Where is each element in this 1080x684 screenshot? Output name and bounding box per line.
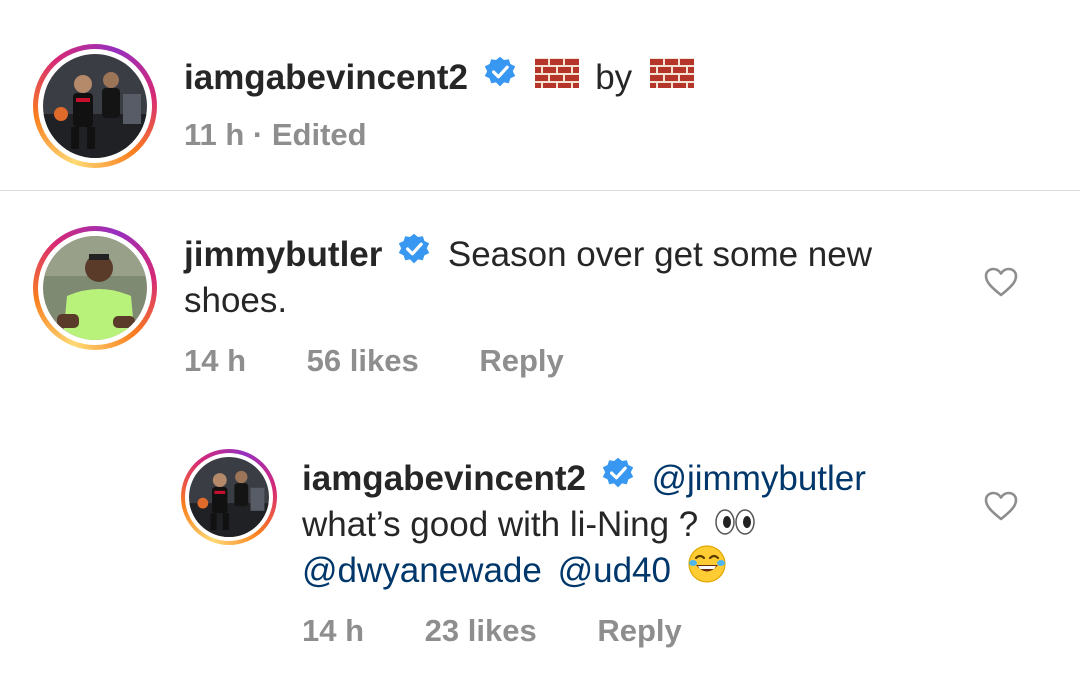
brick-emoji-icon	[649, 55, 694, 99]
verified-badge-icon	[398, 231, 430, 277]
comment-avatar[interactable]	[33, 226, 157, 350]
post-username[interactable]: iamgabevincent2	[184, 58, 468, 97]
reply-avatar[interactable]	[181, 449, 277, 545]
reply-button[interactable]: Reply	[479, 343, 563, 378]
reply-username[interactable]: iamgabevincent2	[302, 459, 586, 498]
reply-likes[interactable]: 23 likes	[425, 613, 537, 648]
post-avatar[interactable]	[33, 44, 157, 168]
laughing-emoji-icon	[687, 544, 727, 596]
brick-emoji-icon	[535, 55, 580, 99]
reply-time: 14 h	[302, 613, 365, 648]
comment-time: 14 h	[184, 343, 247, 378]
mention-link[interactable]: @dwyanewade	[302, 551, 542, 590]
comment-username[interactable]: jimmybutler	[184, 235, 382, 274]
eyes-emoji-icon	[714, 501, 756, 547]
comment-likes[interactable]: 56 likes	[307, 343, 419, 378]
heart-icon[interactable]	[983, 266, 1019, 303]
divider	[0, 190, 1080, 191]
verified-badge-icon	[602, 455, 634, 501]
comment-text: shoes.	[184, 281, 288, 320]
mention-link[interactable]: @jimmybutler	[651, 459, 865, 498]
post-meta: 11 h · Edited	[184, 117, 367, 152]
verified-badge-icon	[484, 55, 516, 99]
reply-button[interactable]: Reply	[597, 613, 681, 648]
comment-text: Season over get some new	[447, 235, 872, 274]
mention-link[interactable]: @ud40	[558, 551, 671, 590]
reply-text: what’s good with li-Ning ?	[302, 505, 699, 544]
caption-text: by	[595, 58, 633, 97]
heart-icon[interactable]	[983, 490, 1019, 527]
